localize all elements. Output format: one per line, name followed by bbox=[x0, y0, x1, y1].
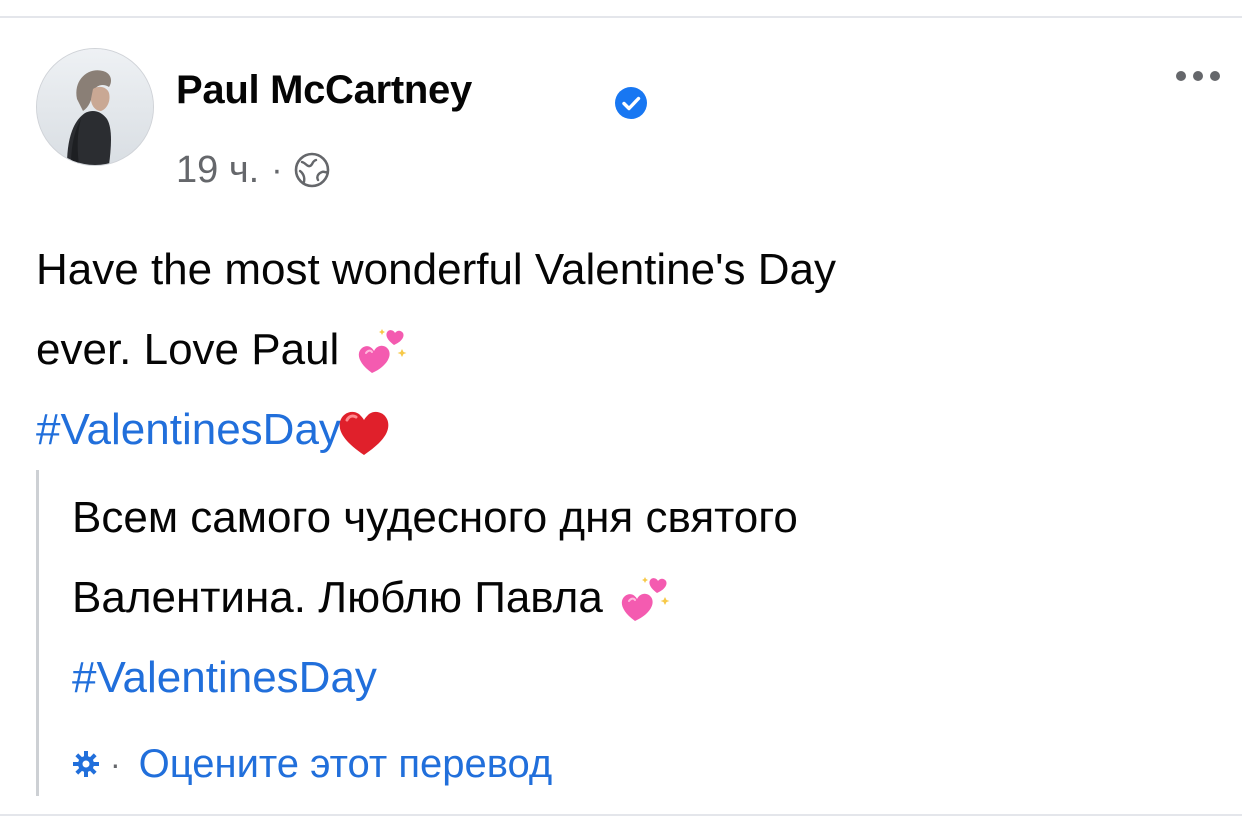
translation-quote-bar bbox=[36, 470, 39, 796]
post-text-line: ever. Love Paul bbox=[36, 325, 340, 374]
translation-hashtag-link[interactable]: #ValentinesDay bbox=[72, 638, 1172, 718]
bottom-divider bbox=[0, 814, 1242, 816]
top-divider bbox=[0, 16, 1242, 18]
post-meta: 19 ч. · bbox=[176, 148, 331, 192]
translation-text-line: Валентина. Люблю Павла bbox=[72, 573, 603, 622]
hashtag-link[interactable]: #ValentinesDay bbox=[36, 405, 341, 454]
globe-icon[interactable] bbox=[293, 151, 331, 189]
more-options-icon[interactable] bbox=[1172, 66, 1224, 86]
translation-text-line-with-emoji: Валентина. Люблю Павла bbox=[72, 558, 1172, 638]
sparkling-hearts-icon bbox=[621, 577, 670, 622]
post-body: Have the most wonderful Valentine's Day … bbox=[36, 230, 1186, 470]
sparkling-hearts-icon bbox=[358, 329, 407, 374]
author-name[interactable]: Paul McCartney bbox=[176, 68, 472, 113]
gear-icon bbox=[73, 751, 99, 777]
rate-translation-link[interactable]: Оцените этот перевод bbox=[139, 742, 553, 787]
translation-body: Всем самого чудесного дня святого Валент… bbox=[72, 478, 1172, 718]
meta-separator: · bbox=[271, 150, 283, 189]
verified-badge-icon bbox=[615, 87, 647, 119]
post-text-line-with-emoji: ever. Love Paul bbox=[36, 310, 1186, 390]
red-heart-icon bbox=[339, 412, 389, 456]
translation-text-line: Всем самого чудесного дня святого bbox=[72, 493, 798, 542]
post-timestamp[interactable]: 19 ч. bbox=[176, 149, 259, 192]
rate-separator: · bbox=[110, 745, 121, 782]
post-text-line: Have the most wonderful Valentine's Day bbox=[36, 245, 836, 294]
post-hashtag-line: #ValentinesDay bbox=[36, 390, 1186, 470]
author-avatar[interactable] bbox=[36, 48, 154, 166]
rate-translation[interactable]: · Оцените этот перевод bbox=[72, 736, 552, 792]
